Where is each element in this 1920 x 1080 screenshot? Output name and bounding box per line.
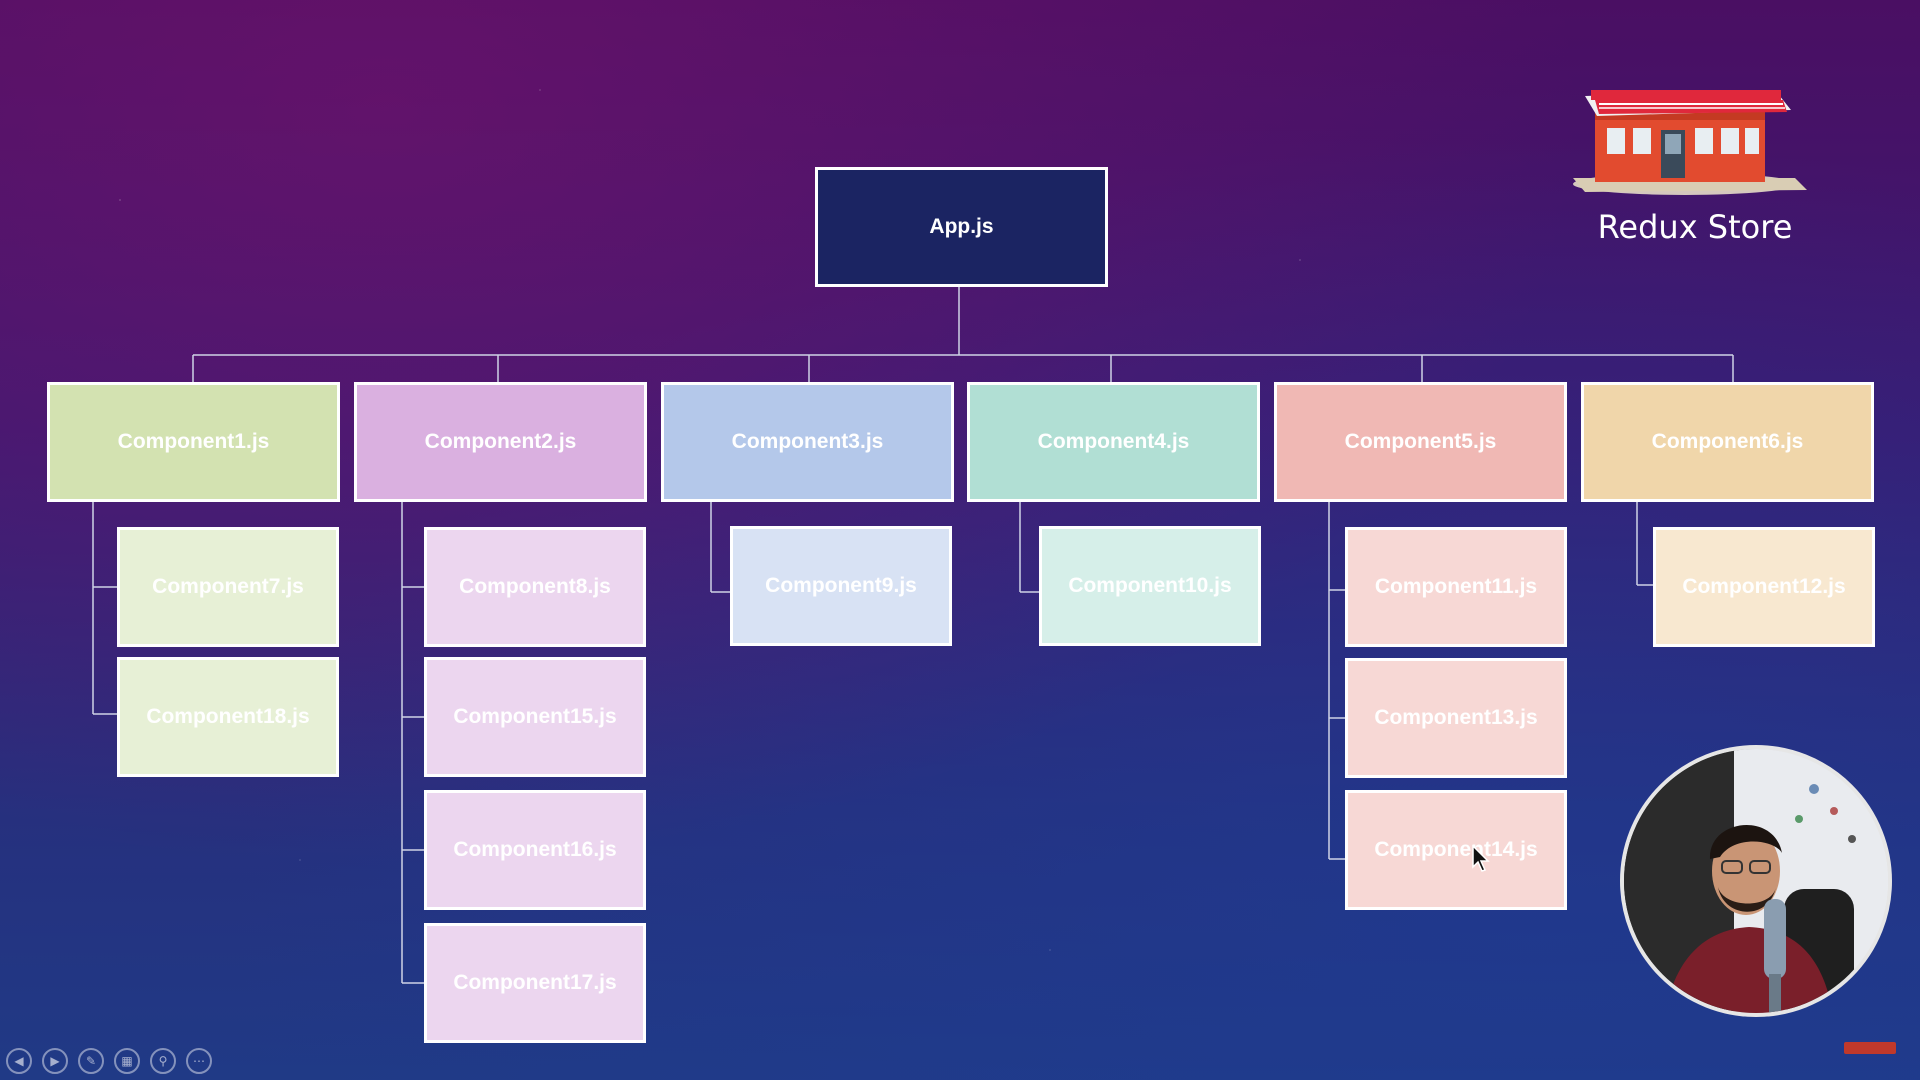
component-node-label: Component12.js — [1682, 575, 1846, 598]
component-node-3: Component3.js — [661, 382, 954, 502]
component-node-label: Component14.js — [1374, 838, 1538, 861]
component-node-label: Component15.js — [453, 705, 617, 728]
component-node-5: Component5.js — [1274, 382, 1567, 502]
zoom-icon[interactable]: ⚲ — [150, 1048, 176, 1074]
component-node-6: Component6.js — [1581, 382, 1874, 502]
redux-store: Redux Store — [1555, 60, 1835, 260]
component-node-label: Component11.js — [1374, 575, 1538, 598]
mouse-cursor-icon — [1472, 845, 1490, 872]
component-node-label: Component4.js — [1037, 430, 1190, 453]
component-node-4: Component4.js — [967, 382, 1260, 502]
pen-icon[interactable]: ✎ — [78, 1048, 104, 1074]
component-node-label: Component9.js — [765, 574, 917, 597]
component-node-14: Component14.js — [1345, 790, 1567, 910]
slideshow-controls: ◀ ▶ ✎ ▦ ⚲ ⋯ — [6, 1048, 212, 1074]
component-node-10: Component10.js — [1039, 526, 1261, 646]
component-node-label: Component3.js — [731, 430, 884, 453]
more-icon[interactable]: ⋯ — [186, 1048, 212, 1074]
component-node-label: Component2.js — [424, 430, 577, 453]
root-node: App.js — [815, 167, 1108, 287]
component-node-11: Component11.js — [1345, 527, 1567, 647]
component-node-label: Component17.js — [453, 971, 617, 994]
component-node-15: Component15.js — [424, 657, 646, 777]
previous-icon[interactable]: ◀ — [6, 1048, 32, 1074]
presenter-avatar — [1624, 749, 1888, 1013]
slides-icon[interactable]: ▦ — [114, 1048, 140, 1074]
component-node-label: Component16.js — [453, 838, 617, 861]
component-node-label: Component8.js — [459, 575, 611, 598]
component-node-1: Component1.js — [47, 382, 340, 502]
component-node-label: Component1.js — [117, 430, 270, 453]
component-node-label: Component7.js — [152, 575, 304, 598]
component-node-label: Component6.js — [1651, 430, 1804, 453]
component-node-12: Component12.js — [1653, 527, 1875, 647]
component-node-label: Component5.js — [1344, 430, 1497, 453]
component-node-9: Component9.js — [730, 526, 952, 646]
component-node-7: Component7.js — [117, 527, 339, 647]
component-node-2: Component2.js — [354, 382, 647, 502]
component-node-13: Component13.js — [1345, 658, 1567, 778]
webcam-overlay — [1620, 745, 1892, 1017]
store-building-icon — [1573, 90, 1807, 195]
root-node-label: App.js — [929, 215, 994, 238]
next-icon[interactable]: ▶ — [42, 1048, 68, 1074]
component-node-label: Component18.js — [146, 705, 310, 728]
component-node-8: Component8.js — [424, 527, 646, 647]
component-node-label: Component10.js — [1068, 574, 1232, 597]
store-label: Redux Store — [1597, 208, 1793, 246]
subscribe-badge[interactable] — [1844, 1042, 1896, 1054]
component-node-label: Component13.js — [1374, 706, 1538, 729]
component-node-18: Component18.js — [117, 657, 339, 777]
component-node-16: Component16.js — [424, 790, 646, 910]
component-node-17: Component17.js — [424, 923, 646, 1043]
